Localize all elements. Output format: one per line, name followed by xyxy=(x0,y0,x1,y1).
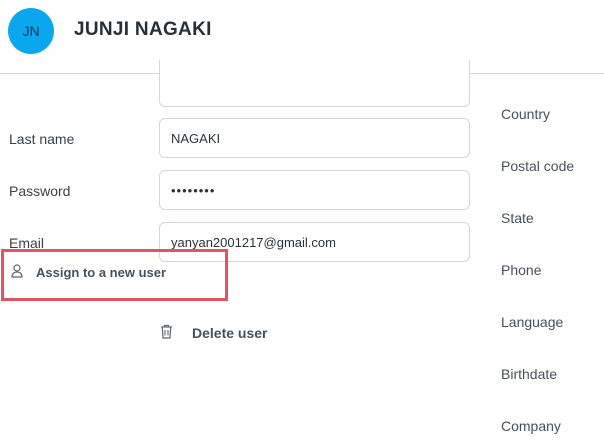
birthdate-label: Birthdate xyxy=(501,366,558,382)
last-name-field[interactable] xyxy=(159,118,470,158)
page-title: JUNJI NAGAKI xyxy=(74,19,212,40)
first-name-field[interactable] xyxy=(159,60,470,107)
email-field[interactable] xyxy=(159,222,470,262)
assign-user-label: Assign to a new user xyxy=(36,265,167,280)
state-label: State xyxy=(501,210,534,226)
email-label: Email xyxy=(9,235,45,251)
password-field[interactable] xyxy=(159,170,470,210)
phone-label: Phone xyxy=(501,262,542,278)
last-name-label: Last name xyxy=(9,131,75,147)
password-label: Password xyxy=(9,183,71,199)
avatar: JN xyxy=(8,8,54,54)
country-label: Country xyxy=(501,106,551,122)
delete-user-label: Delete user xyxy=(192,325,268,341)
postal-code-label: Postal code xyxy=(501,158,575,174)
delete-user-button[interactable]: Delete user xyxy=(160,324,267,342)
avatar-initials: JN xyxy=(22,23,40,39)
company-label: Company xyxy=(501,418,561,434)
assign-user-button[interactable]: Assign to a new user xyxy=(11,264,166,281)
user-icon xyxy=(11,264,23,281)
language-label: Language xyxy=(501,314,564,330)
trash-icon xyxy=(160,324,173,342)
